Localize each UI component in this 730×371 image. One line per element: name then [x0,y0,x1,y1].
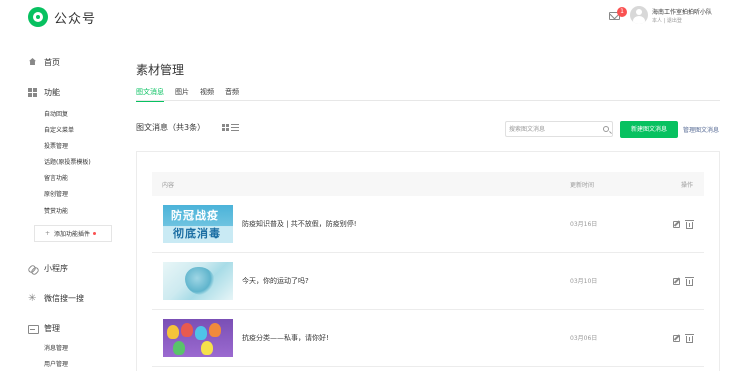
sidebar-item-label: 微信搜一搜 [44,294,84,303]
sidebar [0,35,112,371]
table-row[interactable]: 防冠战疫 彻底消毒 防疫知识普及 | 共不放假，防疫别停! 03月16日 [152,196,704,253]
sidebar-item-home[interactable]: 首页 [28,57,60,68]
thumbnail-text: 彻底消毒 [173,227,221,240]
logo[interactable]: 公众号 [28,7,96,27]
cartoon-figure-image [209,323,221,337]
list-view-icon[interactable] [231,124,239,131]
sidebar-section-label: 功能 [44,88,60,97]
account-role[interactable]: 本人 | 退出登 [652,17,682,24]
table-row[interactable]: 今天，你的运动了吗? 03月10日 [152,253,704,310]
column-header-actions: 操作 [681,182,694,189]
avatar[interactable] [630,6,648,24]
edit-icon[interactable] [673,335,680,342]
article-date: 03月10日 [570,278,598,285]
search-icon[interactable] [603,126,609,132]
plus-icon: + [45,230,51,237]
sidebar-item-search[interactable]: ✳ 微信搜一搜 [28,293,84,304]
edit-icon[interactable] [673,278,680,285]
link-icon [28,264,37,273]
sidebar-item-topic[interactable]: 话题(原投票模板) [44,157,91,166]
thumbnail-text: 防冠战疫 [171,209,219,222]
inbox-icon [28,324,39,334]
cartoon-figure-image [181,323,193,337]
sidebar-item-original[interactable]: 原创管理 [44,189,68,198]
grid-view-icon[interactable] [222,124,229,131]
table-row[interactable]: 抗疫分类——私事，请你好! 03月06日 [152,310,704,367]
article-title[interactable]: 今天，你的运动了吗? [242,276,309,286]
grid-icon [28,88,37,97]
edit-icon[interactable] [673,221,680,228]
table-header: 内容 更新时间 操作 [152,172,704,196]
sidebar-item-miniprogram[interactable]: 小程序 [28,263,68,274]
sidebar-item-custom-menu[interactable]: 自定义菜单 [44,125,74,134]
account-name[interactable]: 海南工作室拍拍听小队 [652,7,724,16]
search-input[interactable] [509,124,599,134]
sidebar-item-vote[interactable]: 投票管理 [44,141,68,150]
add-plugin-label: 添加功能插件 [54,231,91,238]
cartoon-figure-image [167,325,179,339]
article-date: 03月16日 [570,221,598,228]
wechat-logo-icon [28,7,48,27]
logo-text: 公众号 [54,11,97,27]
article-title[interactable]: 防疫知识普及 | 共不放假，防疫别停! [242,219,357,229]
sidebar-item-label: 首页 [44,58,60,67]
top-bar: 公众号 1 海南工作室拍拍听小队 本人 | 退出登 [0,0,730,35]
column-header-content: 内容 [162,182,175,189]
column-header-updated: 更新时间 [570,182,595,189]
delete-icon[interactable] [685,220,694,229]
article-thumbnail[interactable]: 防冠战疫 彻底消毒 [163,205,233,243]
article-date: 03月06日 [570,335,598,342]
cartoon-figure-image [201,341,213,355]
red-dot-badge [93,232,97,235]
delete-icon[interactable] [685,277,694,286]
delete-icon[interactable] [685,334,694,343]
new-article-button[interactable]: 新建图文消息 [620,121,678,138]
sidebar-item-comments[interactable]: 留言功能 [44,173,68,182]
cartoon-figure-image [173,341,185,355]
sidebar-item-label: 小程序 [44,264,68,273]
sidebar-item-users[interactable]: 用户管理 [44,359,68,368]
cartoon-figure-image [195,326,207,340]
article-title[interactable]: 抗疫分类——私事，请你好! [242,333,329,343]
sidebar-section-label: 管理 [44,324,60,333]
list-title: 图文消息（共3条） [136,123,206,132]
sidebar-item-reward[interactable]: 赞赏功能 [44,206,68,215]
sidebar-section-features[interactable]: 功能 [28,87,60,98]
add-plugin-button[interactable]: + 添加功能插件 [34,225,112,242]
page-title: 素材管理 [136,63,185,77]
sidebar-item-auto-reply[interactable]: 自动回复 [44,109,68,118]
sidebar-item-messages[interactable]: 消息管理 [44,343,68,352]
search-box [505,121,613,137]
runner-figure-image [185,267,215,295]
article-thumbnail[interactable] [163,319,233,357]
divider [136,100,720,101]
manage-articles-link[interactable]: 管理图文消息 [683,125,719,134]
notification-badge: 1 [617,7,627,17]
home-icon [28,58,37,67]
article-thumbnail[interactable] [163,262,233,300]
sparkle-icon: ✳ [28,293,37,304]
sidebar-section-manage[interactable]: 管理 [28,323,60,334]
